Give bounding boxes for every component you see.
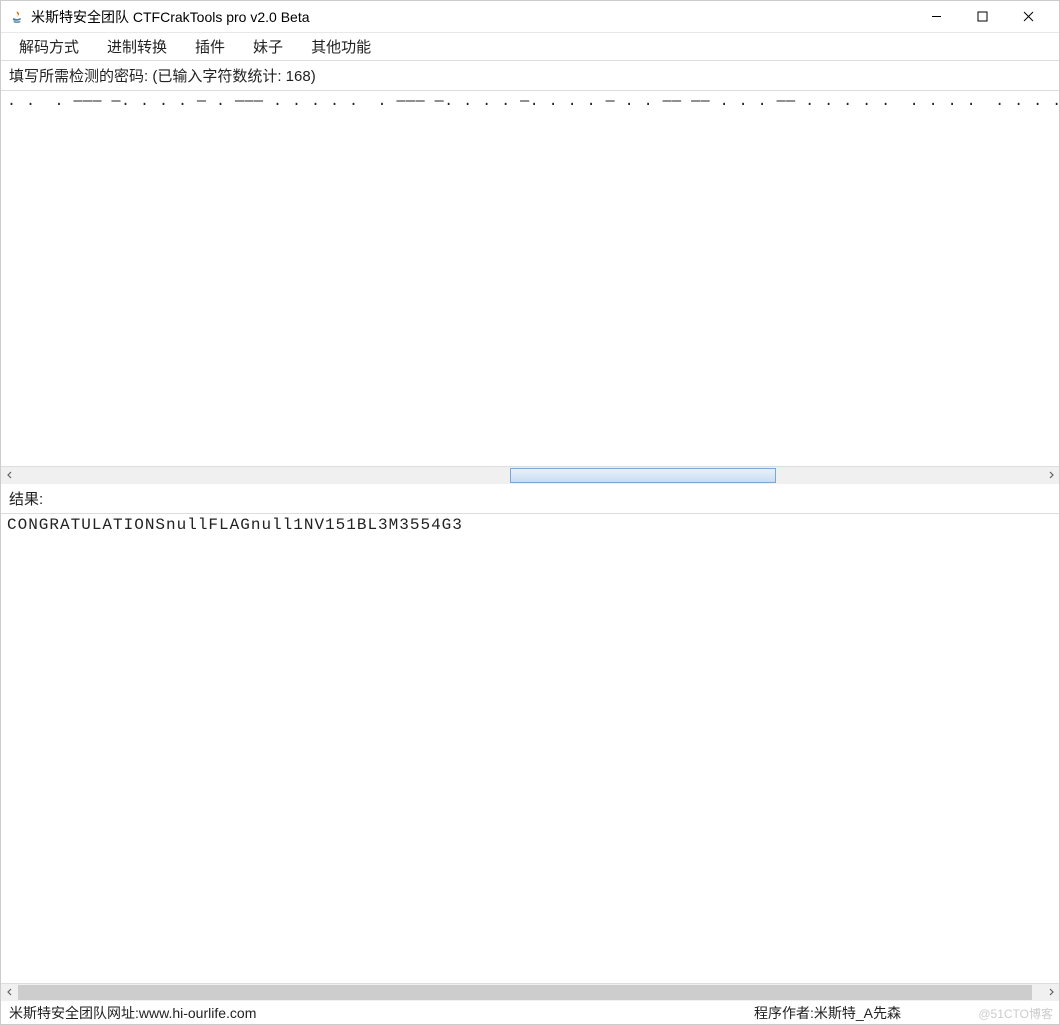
scroll-left-icon[interactable] bbox=[1, 467, 18, 484]
watermark: @51CTO博客 bbox=[978, 1005, 1053, 1022]
app-window: 米斯特安全团队 CTFCrakTools pro v2.0 Beta 解码方式 … bbox=[0, 0, 1060, 1025]
menu-plugins[interactable]: 插件 bbox=[181, 33, 239, 60]
input-scroll-thumb[interactable] bbox=[510, 468, 776, 483]
statusbar: 米斯特安全团队网址:www.hi-ourlife.com 程序作者:米斯特_A先… bbox=[1, 1000, 1059, 1024]
scroll-right-icon[interactable] bbox=[1042, 984, 1059, 1001]
result-scroll-thumb[interactable] bbox=[18, 985, 1032, 1000]
menu-other[interactable]: 其他功能 bbox=[297, 33, 385, 60]
menubar: 解码方式 进制转换 插件 妹子 其他功能 bbox=[1, 33, 1059, 61]
result-output[interactable] bbox=[1, 514, 1059, 983]
result-label: 结果: bbox=[1, 484, 1059, 514]
minimize-button[interactable] bbox=[913, 2, 959, 32]
scroll-left-icon[interactable] bbox=[1, 984, 18, 1001]
java-app-icon bbox=[9, 9, 25, 25]
menu-base-convert[interactable]: 进制转换 bbox=[93, 33, 181, 60]
maximize-button[interactable] bbox=[959, 2, 1005, 32]
result-hscrollbar bbox=[1, 983, 1059, 1000]
status-author: 程序作者:米斯特_A先森 bbox=[754, 1003, 901, 1023]
window-title: 米斯特安全团队 CTFCrakTools pro v2.0 Beta bbox=[31, 7, 913, 27]
input-hscrollbar bbox=[1, 466, 1059, 483]
result-panel bbox=[1, 514, 1059, 1000]
menu-girl[interactable]: 妹子 bbox=[239, 33, 297, 60]
input-panel bbox=[1, 91, 1059, 484]
scroll-right-icon[interactable] bbox=[1042, 467, 1059, 484]
titlebar: 米斯特安全团队 CTFCrakTools pro v2.0 Beta bbox=[1, 1, 1059, 33]
result-scroll-track[interactable] bbox=[18, 984, 1042, 1001]
input-scroll-track[interactable] bbox=[18, 467, 1042, 484]
password-input[interactable] bbox=[1, 91, 1059, 467]
status-url: 米斯特安全团队网址:www.hi-ourlife.com bbox=[9, 1003, 754, 1023]
menu-decode[interactable]: 解码方式 bbox=[5, 33, 93, 60]
close-button[interactable] bbox=[1005, 2, 1051, 32]
input-label: 填写所需检测的密码: (已输入字符数统计: 168) bbox=[1, 61, 1059, 91]
content-area: 填写所需检测的密码: (已输入字符数统计: 168) 结果: bbox=[1, 61, 1059, 1000]
window-controls bbox=[913, 2, 1051, 32]
